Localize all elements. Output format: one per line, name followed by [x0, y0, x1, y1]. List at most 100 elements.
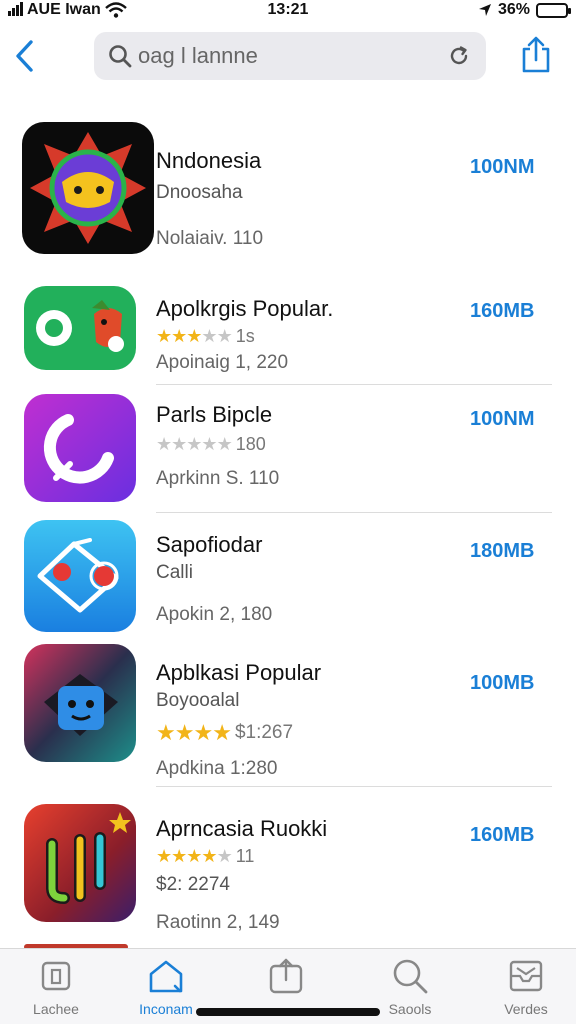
- app-meta: Apoinaig 1, 220: [156, 352, 289, 373]
- star-filled-icon: ★: [212, 720, 232, 745]
- star-filled-icon: ★: [201, 846, 217, 866]
- divider: [156, 384, 552, 385]
- app-meta: Raotinn 2, 149: [156, 912, 280, 933]
- tab-verdes[interactable]: Verdes: [470, 957, 576, 1021]
- app-name: Nndonesia: [156, 148, 262, 173]
- rating-count: 180: [235, 434, 266, 454]
- app-subtitle: Calli: [156, 562, 193, 583]
- share-icon: [522, 36, 550, 73]
- share-button[interactable]: [516, 34, 556, 76]
- star-empty-icon: ★: [171, 434, 187, 454]
- app-icon[interactable]: [24, 286, 136, 370]
- reload-button[interactable]: [446, 43, 472, 69]
- status-right: 36%: [478, 1, 571, 19]
- size-button[interactable]: 160MB: [470, 300, 560, 323]
- app-name: Apblkasi Popular: [156, 660, 322, 685]
- star-rating: ★★★★★ 11: [156, 846, 254, 867]
- list-item[interactable]: Apblkasi Popular Boyooalal ★★★★ $1:267 A…: [0, 640, 576, 787]
- home-indicator: [196, 1008, 380, 1016]
- robot-icon: [24, 644, 136, 762]
- navigation-bar: [0, 30, 576, 84]
- crescent-icon: [24, 394, 136, 502]
- app-subtitle: $2: 2274: [156, 874, 230, 895]
- app-list: Nndonesia Dnoosaha Nolaiaiv. 110 100NM A…: [0, 112, 576, 948]
- square-icon: [36, 957, 76, 995]
- star-rating: ★★★★ $1:267: [156, 720, 293, 746]
- star-filled-icon: ★: [156, 326, 172, 346]
- battery-percent: 36%: [497, 1, 530, 18]
- app-meta: Apokin 2, 180: [156, 604, 273, 625]
- star-filled-icon: ★: [174, 720, 195, 745]
- rating-count: 1s: [235, 326, 255, 346]
- emblem-icon: [22, 122, 154, 254]
- star-glyphs: ★★★★★: [156, 326, 233, 347]
- search-bar[interactable]: [94, 32, 486, 80]
- app-subtitle: Boyooalal: [156, 690, 240, 711]
- search-icon: [109, 45, 132, 68]
- size-button[interactable]: 160MB: [470, 824, 560, 847]
- star-empty-icon: ★: [216, 326, 233, 346]
- list-item[interactable]: Nndonesia Dnoosaha Nolaiaiv. 110 100NM: [0, 112, 576, 262]
- search-input[interactable]: [138, 43, 446, 69]
- app-name: Parls Bipcle: [156, 402, 273, 427]
- size-button[interactable]: 180MB: [470, 540, 560, 563]
- tab-label: Lachee: [33, 1001, 79, 1017]
- star-filled-icon: ★: [186, 846, 202, 866]
- search-icon: [390, 957, 430, 995]
- rating-count: 11: [235, 846, 255, 866]
- star-glyphs: ★★★★★: [156, 846, 233, 867]
- share-box-icon: [266, 957, 306, 995]
- list-item[interactable]: Aprncasia Ruokki ★★★★★ 11 $2: 2274 Raoti…: [0, 792, 576, 933]
- house-icon: [146, 957, 186, 995]
- app-name: Aprncasia Ruokki: [156, 816, 328, 841]
- star-rating: ★★★★★ 180: [156, 434, 266, 455]
- star-rating: ★★★★★ 1s: [156, 326, 255, 347]
- star-filled-icon: ★: [156, 846, 172, 866]
- list-item[interactable]: Parls Bipcle ★★★★★ 180 Aprkinn S. 110 10…: [0, 386, 576, 513]
- location-arrow-icon: [478, 4, 491, 16]
- app-meta: Nolaiaiv. 110: [156, 228, 264, 249]
- tab-label: Verdes: [504, 1001, 548, 1017]
- star-empty-icon: ★: [216, 846, 233, 866]
- reload-icon: [450, 46, 468, 65]
- app-icon[interactable]: [22, 122, 154, 254]
- back-button[interactable]: [8, 36, 40, 76]
- size-button[interactable]: 100NM: [470, 156, 560, 179]
- star-filled-icon: ★: [171, 326, 187, 346]
- size-button[interactable]: 100NM: [470, 408, 560, 431]
- app-name: Sapofiodar: [156, 532, 263, 557]
- divider: [156, 786, 552, 787]
- mascot-icon: [24, 286, 136, 370]
- rating-count: $1:267: [234, 722, 294, 743]
- star-empty-icon: ★: [216, 434, 233, 454]
- app-meta: Aprkinn S. 110: [156, 468, 280, 489]
- star-filled-icon: ★: [186, 326, 202, 346]
- size-button[interactable]: 100MB: [470, 672, 560, 695]
- kite-icon: [24, 520, 136, 632]
- star-filled-icon: ★: [156, 720, 176, 745]
- star-empty-icon: ★: [201, 326, 217, 346]
- battery-icon: [536, 2, 571, 18]
- tab-lachee[interactable]: Lachee: [0, 957, 112, 1021]
- star-empty-icon: ★: [156, 434, 172, 454]
- list-item[interactable]: Sapofiodar Calli Apokin 2, 180 180MB: [0, 514, 576, 640]
- tab-label: Saools: [388, 1001, 432, 1017]
- star-empty-icon: ★: [186, 434, 202, 454]
- app-name: Apolkrgis Popular.: [156, 296, 334, 321]
- chevron-left-icon: [16, 40, 33, 72]
- star-filled-icon: ★: [171, 846, 187, 866]
- inbox-icon: [506, 957, 546, 995]
- status-bar: AUE Iwan 13:21 36%: [0, 0, 576, 22]
- app-icon[interactable]: [24, 644, 136, 762]
- letters-icon: [24, 804, 136, 922]
- app-meta: Apdkina 1:280: [156, 758, 278, 779]
- divider: [156, 512, 552, 513]
- app-icon[interactable]: [24, 520, 136, 632]
- star-glyphs: ★★★★: [156, 720, 232, 746]
- app-icon[interactable]: [24, 804, 136, 922]
- app-subtitle: Dnoosaha: [156, 182, 243, 203]
- list-item[interactable]: Apolkrgis Popular. ★★★★★ 1s Apoinaig 1, …: [0, 272, 576, 385]
- app-icon[interactable]: [24, 394, 136, 502]
- tab-label: Inconam: [139, 1001, 193, 1017]
- star-empty-icon: ★: [201, 434, 217, 454]
